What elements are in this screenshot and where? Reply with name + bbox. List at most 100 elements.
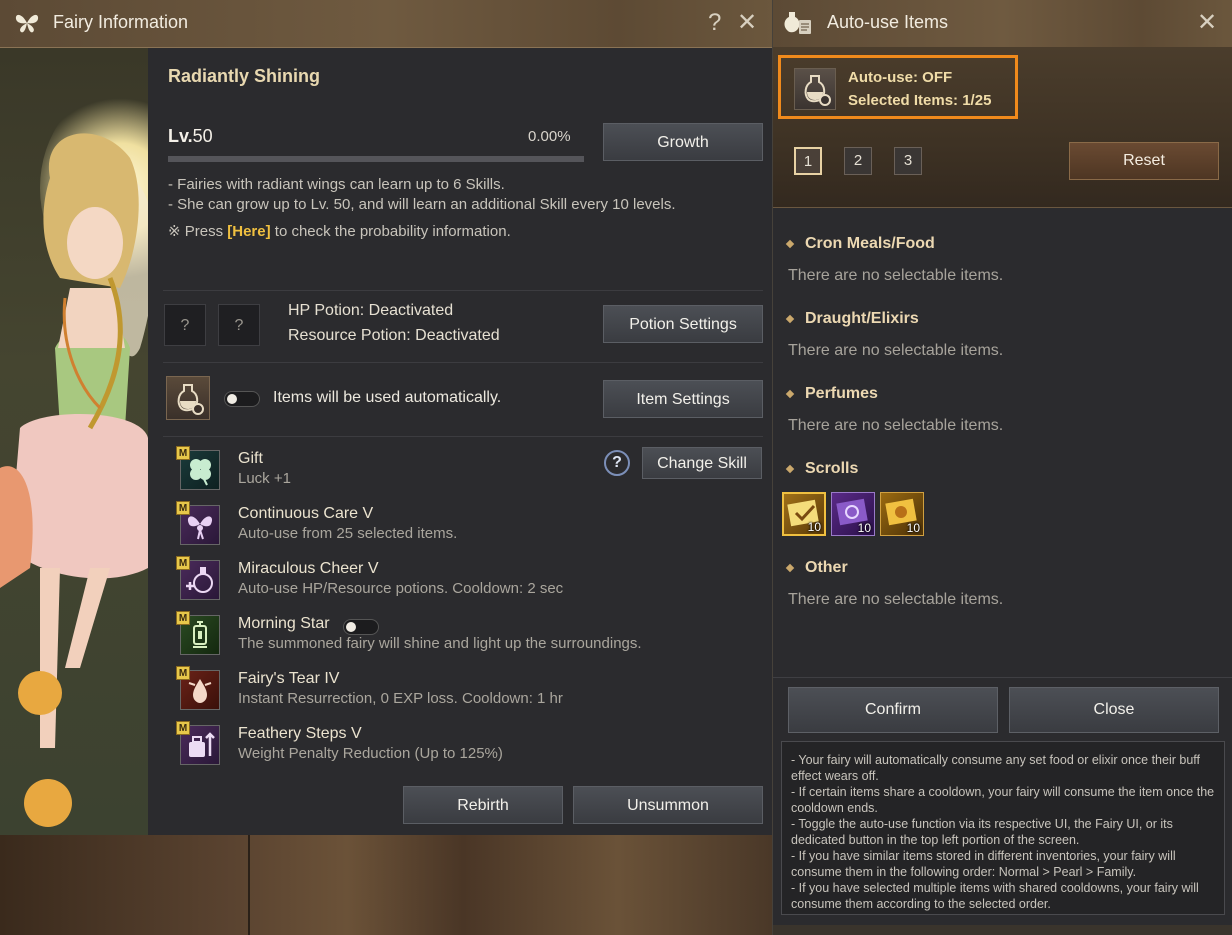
mastery-badge: M [176,501,190,515]
skill-description: Instant Resurrection, 0 EXP loss. Cooldo… [238,690,563,707]
mastery-badge: M [176,446,190,460]
mastery-badge: M [176,556,190,570]
empty-category-text: There are no selectable items. [788,591,1004,608]
category-label: Perfumes [805,385,878,402]
category-label: Scrolls [805,460,859,477]
level-prefix: Lv. [168,126,193,146]
fairy-illustration [0,133,148,827]
auto-use-status: Auto-use: OFF [848,69,953,86]
divider [163,362,763,363]
mastery-badge: M [176,721,190,735]
note-line: - Your fairy will automatically consume … [791,753,1200,783]
item-settings-button[interactable]: Item Settings [603,380,763,418]
empty-category-text: There are no selectable items. [788,417,1004,434]
exp-percent: 0.00% [528,128,571,145]
category-label: Draught/Elixirs [805,310,919,327]
fairy-level: Lv.50 [168,126,213,147]
skill-row[interactable]: M Fairy's Tear IV Instant Resurrection, … [176,666,756,718]
probability-link[interactable]: [Here] [227,223,270,240]
skill-name: Gift [238,450,263,467]
mastery-badge: M [176,666,190,680]
divider [773,677,1232,678]
close-icon[interactable]: ✕ [1197,10,1217,36]
skill-name: Morning Star [238,615,330,632]
level-value: 50 [192,126,213,146]
skill-description: Weight Penalty Reduction (Up to 125%) [238,745,503,762]
item-count: 10 [906,521,920,535]
exp-bar [168,156,584,162]
game-world-background [0,835,772,935]
skill-description: Auto-use HP/Resource potions. Cooldown: … [238,580,564,597]
empty-category-text: There are no selectable items. [788,342,1004,359]
help-icon[interactable]: ? [708,10,721,36]
skill-name: Miraculous Cheer V [238,560,379,577]
potion-settings-button[interactable]: Potion Settings [603,305,763,343]
auto-use-label: Items will be used automatically. [273,389,502,406]
rebirth-button[interactable]: Rebirth [403,786,563,824]
butterfly-icon [15,14,39,33]
fairy-details: Radiantly Shining Lv.50 0.00% Growth - F… [148,48,772,835]
divider [163,290,763,291]
skill-row[interactable]: M Morning Star The summoned fairy will s… [176,611,756,663]
close-button[interactable]: Close [1009,687,1219,733]
scroll-item[interactable]: 10 [880,492,924,536]
auto-use-title-bar: Auto-use Items ✕ [773,0,1232,48]
page-2-button[interactable]: 2 [844,147,872,175]
growth-button[interactable]: Growth [603,123,763,161]
note-line: - If you have selected multiple items wi… [791,881,1199,911]
selected-items-count: Selected Items: 1/25 [848,92,992,109]
desc-line-skills: - Fairies with radiant wings can learn u… [168,176,505,193]
auto-use-status-box: Auto-use: OFF Selected Items: 1/25 [778,55,1018,119]
category-cron-meals-food[interactable]: Cron Meals/Food [785,235,935,253]
mastery-badge: M [176,611,190,625]
skill-name: Continuous Care V [238,505,374,522]
page-1-button[interactable]: 1 [794,147,822,175]
skill-description: The summoned fairy will shine and light … [238,635,642,652]
page-3-button[interactable]: 3 [894,147,922,175]
hp-potion-slot[interactable]: ? [164,304,206,346]
item-count: 10 [857,521,871,535]
auto-use-header: Auto-use: OFF Selected Items: 1/25 1 2 3… [773,47,1232,208]
category-other[interactable]: Other [785,559,848,577]
probability-suffix: to check the probability information. [270,223,511,240]
auto-use-notes: - Your fairy will automatically consume … [781,741,1225,915]
skill-row[interactable]: M Feathery Steps V Weight Penalty Reduct… [176,721,756,773]
fairy-window-title: Fairy Information [53,12,189,32]
fairy-title-bar: Fairy Information ? ✕ [0,0,772,48]
skill-name: Feathery Steps V [238,725,362,742]
resource-potion-status: Resource Potion: Deactivated [288,327,500,344]
skill-name: Fairy's Tear IV [238,670,340,687]
auto-use-potion-icon[interactable] [794,68,836,110]
reset-button[interactable]: Reset [1069,142,1219,180]
category-perfumes[interactable]: Perfumes [785,385,878,403]
empty-category-text: There are no selectable items. [788,267,1004,284]
note-line: - Toggle the auto-use function via its r… [791,817,1173,847]
probability-prefix: ※ Press [168,223,228,240]
note-line: - If you have similar items stored in di… [791,849,1176,879]
morning-star-toggle[interactable] [343,619,379,635]
auto-use-scroll-icon [784,12,811,34]
category-label: Other [805,559,848,576]
note-line: - If certain items share a cooldown, you… [791,785,1215,815]
unsummon-button[interactable]: Unsummon [573,786,763,824]
skill-row[interactable]: M Gift Luck +1 [176,446,756,498]
close-icon[interactable]: ✕ [737,10,757,36]
resource-potion-slot[interactable]: ? [218,304,260,346]
category-draught-elixirs[interactable]: Draught/Elixirs [785,310,919,328]
scroll-item[interactable]: 10 [831,492,875,536]
category-scrolls[interactable]: Scrolls [785,460,859,478]
skill-row[interactable]: M Continuous Care V Auto-use from 25 sel… [176,501,756,553]
auto-use-window-title: Auto-use Items [827,12,949,32]
scroll-item-selected[interactable]: 10 [782,492,826,536]
auto-use-toggle[interactable] [224,391,260,407]
skill-row[interactable]: M Miraculous Cheer V Auto-use HP/Resourc… [176,556,756,608]
hp-potion-status: HP Potion: Deactivated [288,302,454,319]
fairy-portrait [0,48,148,835]
fairy-information-window: Fairy Information ? ✕ Radiantly Shining … [0,0,772,835]
skill-description: Auto-use from 25 selected items. [238,525,458,542]
category-label: Cron Meals/Food [805,235,935,252]
skill-description: Luck +1 [238,470,291,487]
confirm-button[interactable]: Confirm [788,687,998,733]
window-bottom-edge [773,925,1232,935]
auto-use-items-window: Auto-use Items ✕ Auto-use: OFF Selected … [772,0,1232,935]
